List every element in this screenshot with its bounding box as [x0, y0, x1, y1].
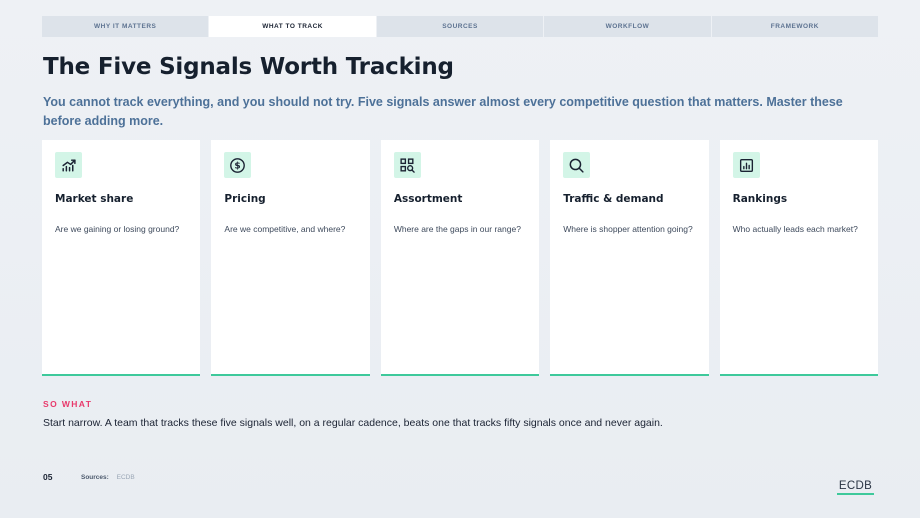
ecdb-logo: ECDB — [837, 480, 874, 495]
card-description: Where is shopper attention going? — [563, 224, 693, 234]
sources-label: Sources: — [81, 474, 109, 481]
tab-framework[interactable]: FRAMEWORK — [712, 16, 878, 37]
so-what-label: SO WHAT — [43, 399, 93, 409]
card-title: Market share — [55, 193, 134, 205]
tab-what-to-track[interactable]: WHAT TO TRACK — [209, 16, 377, 37]
search-icon — [563, 152, 591, 178]
sources-note: Sources: ECDB — [81, 474, 135, 481]
card-title: Rankings — [732, 193, 788, 205]
grid-search-icon — [393, 152, 421, 178]
tab-why-it-matters[interactable]: WHY IT MATTERS — [42, 16, 210, 37]
bar-chart-icon — [732, 152, 760, 178]
card-description: Are we competitive, and where? — [224, 224, 346, 234]
card-title: Pricing — [224, 193, 266, 205]
so-what-text: Start narrow. A team that tracks these f… — [43, 417, 663, 429]
card-title: Traffic & demand — [563, 193, 664, 205]
sources-value: ECDB — [116, 474, 135, 481]
signal-cards: Market share Are we gaining or losing gr… — [42, 140, 879, 376]
dollar-icon: $ — [224, 152, 252, 178]
section-tabs: WHY IT MATTERS WHAT TO TRACK SOURCES WOR… — [42, 16, 878, 37]
svg-text:$: $ — [235, 161, 241, 171]
signal-card-pricing: $ Pricing Are we competitive, and where? — [211, 140, 370, 376]
card-title: Assortment — [393, 193, 463, 205]
page-subtitle: You cannot track everything, and you sho… — [43, 95, 843, 128]
page-title: The Five Signals Worth Tracking — [43, 54, 454, 80]
card-description: Are we gaining or losing ground? — [55, 224, 180, 234]
signal-card-market-share: Market share Are we gaining or losing gr… — [42, 140, 201, 376]
tab-workflow[interactable]: WORKFLOW — [544, 16, 712, 37]
signal-card-assortment: Assortment Where are the gaps in our ran… — [380, 140, 540, 376]
signal-card-traffic-demand: Traffic & demand Where is shopper attent… — [550, 140, 709, 376]
trend-up-icon — [55, 152, 82, 178]
page-number: 05 — [43, 472, 53, 482]
card-description: Who actually leads each market? — [732, 224, 858, 234]
signal-card-rankings: Rankings Who actually leads each market? — [719, 140, 879, 376]
card-description: Where are the gaps in our range? — [393, 224, 521, 234]
tab-sources[interactable]: SOURCES — [377, 16, 545, 37]
